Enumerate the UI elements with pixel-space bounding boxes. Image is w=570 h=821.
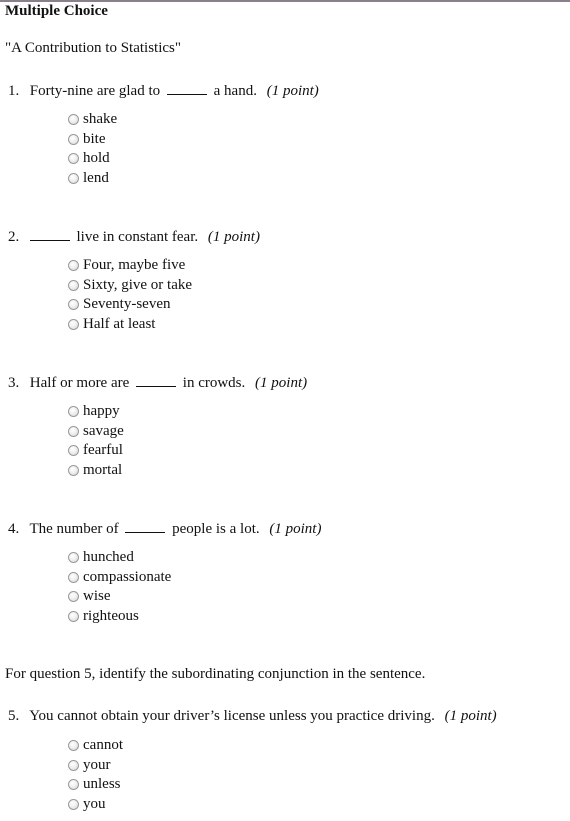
point-value: (1 point) bbox=[269, 521, 322, 537]
question-number: 2. bbox=[8, 229, 20, 245]
question-text-after: a hand. bbox=[213, 83, 257, 99]
radio-button[interactable] bbox=[68, 260, 79, 272]
question-5-prompt: 5. You cannot obtain your driver’s licen… bbox=[8, 708, 497, 725]
radio-button[interactable] bbox=[68, 779, 79, 791]
answer-option[interactable]: mortal bbox=[68, 461, 124, 481]
option-label[interactable]: Sixty, give or take bbox=[83, 277, 192, 294]
option-label[interactable]: cannot bbox=[83, 737, 123, 754]
radio-button[interactable] bbox=[68, 464, 79, 476]
option-label[interactable]: lend bbox=[83, 170, 109, 187]
point-value: (1 point) bbox=[207, 229, 260, 245]
radio-button[interactable] bbox=[68, 445, 79, 457]
answer-option[interactable]: shake bbox=[68, 110, 117, 130]
answer-options: hunched compassionate wise righteous bbox=[68, 548, 171, 626]
quiz-subtitle: "A Contribution to Statistics" bbox=[5, 40, 182, 56]
radio-button[interactable] bbox=[68, 133, 79, 145]
radio-button[interactable] bbox=[68, 759, 79, 771]
question-5-instruction: For question 5, identify the subordinati… bbox=[5, 666, 426, 682]
option-label[interactable]: shake bbox=[83, 111, 117, 128]
radio-button[interactable] bbox=[68, 425, 79, 437]
question-text-after: in crowds. bbox=[182, 375, 246, 391]
radio-button[interactable] bbox=[68, 406, 79, 418]
answer-options: shake bite hold lend bbox=[68, 110, 117, 188]
option-label[interactable]: Seventy-seven bbox=[83, 296, 170, 313]
question-text-before: Half or more are bbox=[29, 375, 130, 391]
answer-option[interactable]: savage bbox=[68, 422, 124, 442]
question-text-after: people is a lot. bbox=[172, 521, 260, 537]
question-2-prompt: 2. live in constant fear. (1 point) bbox=[8, 228, 260, 246]
question-3-prompt: 3. Half or more are in crowds. (1 point) bbox=[8, 374, 307, 392]
point-value: (1 point) bbox=[444, 708, 497, 724]
option-label[interactable]: happy bbox=[83, 403, 120, 420]
answer-option[interactable]: happy bbox=[68, 402, 124, 422]
question-number: 3. bbox=[8, 375, 20, 391]
question-text-before: The number of bbox=[29, 521, 119, 537]
radio-button[interactable] bbox=[68, 571, 79, 583]
fill-in-blank bbox=[136, 374, 177, 387]
answer-option[interactable]: Sixty, give or take bbox=[68, 276, 192, 296]
radio-button[interactable] bbox=[68, 740, 79, 752]
answer-options: happy savage fearful mortal bbox=[68, 402, 124, 480]
question-1-prompt: 1. Forty-nine are glad to a hand. (1 poi… bbox=[8, 82, 319, 100]
option-label[interactable]: Four, maybe five bbox=[83, 257, 185, 274]
answer-option[interactable]: your bbox=[68, 756, 123, 776]
radio-button[interactable] bbox=[68, 299, 79, 311]
answer-option[interactable]: righteous bbox=[68, 607, 171, 627]
answer-option[interactable]: Four, maybe five bbox=[68, 256, 192, 276]
option-label[interactable]: hold bbox=[83, 150, 110, 167]
fill-in-blank bbox=[125, 520, 166, 533]
option-label[interactable]: wise bbox=[83, 588, 111, 605]
window-top-border bbox=[0, 0, 570, 2]
radio-button[interactable] bbox=[68, 591, 79, 603]
answer-option[interactable]: cannot bbox=[68, 736, 123, 756]
answer-option[interactable]: hunched bbox=[68, 548, 171, 568]
question-number: 5. bbox=[8, 708, 20, 724]
answer-option[interactable]: Half at least bbox=[68, 315, 192, 335]
page-title: Multiple Choice bbox=[5, 3, 108, 19]
option-label[interactable]: compassionate bbox=[83, 569, 171, 586]
question-text-after: live in constant fear. bbox=[76, 229, 199, 245]
question-number: 1. bbox=[8, 83, 20, 99]
radio-button[interactable] bbox=[68, 153, 79, 165]
radio-button[interactable] bbox=[68, 172, 79, 184]
option-label[interactable]: fearful bbox=[83, 442, 123, 459]
answer-option[interactable]: compassionate bbox=[68, 568, 171, 588]
option-label[interactable]: hunched bbox=[83, 549, 134, 566]
option-label[interactable]: savage bbox=[83, 423, 124, 440]
answer-option[interactable]: bite bbox=[68, 130, 117, 150]
radio-button[interactable] bbox=[68, 610, 79, 622]
radio-button[interactable] bbox=[68, 279, 79, 291]
option-label[interactable]: bite bbox=[83, 131, 106, 148]
option-label[interactable]: Half at least bbox=[83, 316, 155, 333]
question-text-before: Forty-nine are glad to bbox=[29, 83, 161, 99]
answer-options: cannot your unless you bbox=[68, 736, 123, 814]
answer-option[interactable]: lend bbox=[68, 169, 117, 189]
answer-option[interactable]: Seventy-seven bbox=[68, 295, 192, 315]
answer-options: Four, maybe five Sixty, give or take Sev… bbox=[68, 256, 192, 334]
radio-button[interactable] bbox=[68, 114, 79, 126]
option-label[interactable]: your bbox=[83, 757, 111, 774]
answer-option[interactable]: hold bbox=[68, 149, 117, 169]
radio-button[interactable] bbox=[68, 798, 79, 810]
option-label[interactable]: unless bbox=[83, 776, 121, 793]
question-text: You cannot obtain your driver’s license … bbox=[29, 708, 435, 724]
question-number: 4. bbox=[8, 521, 20, 537]
option-label[interactable]: you bbox=[83, 796, 106, 813]
fill-in-blank bbox=[166, 82, 207, 95]
point-value: (1 point) bbox=[266, 83, 319, 99]
answer-option[interactable]: fearful bbox=[68, 441, 124, 461]
option-label[interactable]: righteous bbox=[83, 608, 139, 625]
answer-option[interactable]: unless bbox=[68, 775, 123, 795]
answer-option[interactable]: you bbox=[68, 795, 123, 815]
option-label[interactable]: mortal bbox=[83, 462, 122, 479]
answer-option[interactable]: wise bbox=[68, 587, 171, 607]
radio-button[interactable] bbox=[68, 552, 79, 564]
fill-in-blank bbox=[29, 228, 70, 241]
question-4-prompt: 4. The number of people is a lot. (1 poi… bbox=[8, 520, 321, 538]
point-value: (1 point) bbox=[255, 375, 308, 391]
radio-button[interactable] bbox=[68, 318, 79, 330]
